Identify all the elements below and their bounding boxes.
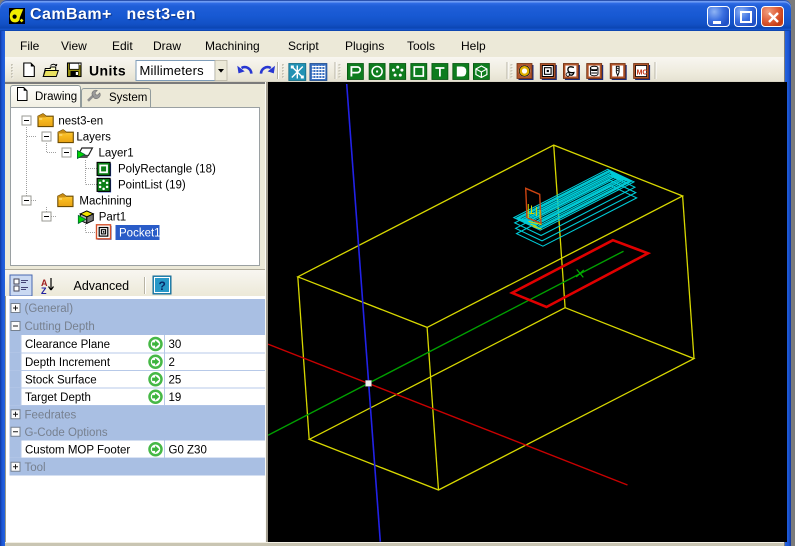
svg-text:PointList (19): PointList (19)	[118, 180, 186, 192]
svg-text:Units: Units	[89, 63, 126, 79]
svg-text:Pocket1: Pocket1	[119, 228, 161, 240]
svg-text:MC: MC	[637, 70, 648, 77]
svg-text:Stock Surface: Stock Surface	[25, 374, 97, 386]
svg-text:nest3-en: nest3-en	[58, 116, 103, 128]
svg-text:G0 Z30: G0 Z30	[169, 444, 207, 456]
svg-text:2: 2	[169, 357, 175, 369]
svg-text:Tool: Tool	[25, 462, 46, 474]
svg-text:Millimeters: Millimeters	[140, 63, 205, 78]
svg-text:Machining: Machining	[79, 196, 131, 208]
svg-text:Clearance Plane: Clearance Plane	[25, 339, 110, 351]
svg-text:19: 19	[169, 392, 182, 404]
svg-text:Depth Increment: Depth Increment	[25, 357, 111, 369]
svg-text:Feedrates: Feedrates	[25, 409, 77, 421]
svg-text:Advanced: Advanced	[74, 279, 130, 293]
svg-text:PolyRectangle (18): PolyRectangle (18)	[118, 164, 216, 176]
svg-text:Target Depth: Target Depth	[25, 392, 91, 404]
svg-text:?: ?	[159, 279, 166, 293]
svg-text:G-Code Options: G-Code Options	[25, 427, 108, 439]
svg-text:Custom MOP Footer: Custom MOP Footer	[25, 444, 130, 456]
svg-text:30: 30	[169, 339, 182, 351]
svg-text:(General): (General)	[25, 303, 74, 315]
svg-text:Layer1: Layer1	[99, 148, 134, 160]
svg-text:Cutting Depth: Cutting Depth	[25, 321, 95, 333]
svg-text:25: 25	[169, 374, 182, 386]
svg-text:Part1: Part1	[99, 212, 127, 224]
svg-text:Z: Z	[41, 286, 47, 296]
svg-text:Layers: Layers	[76, 132, 111, 144]
